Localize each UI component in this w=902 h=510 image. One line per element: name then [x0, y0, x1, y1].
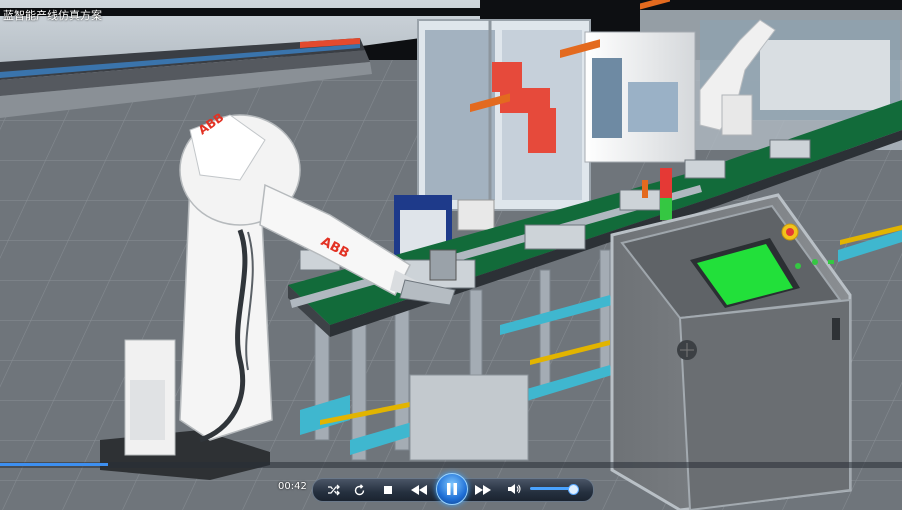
rewind-icon — [411, 485, 427, 495]
stop-button[interactable] — [378, 482, 398, 498]
rewind-button[interactable] — [406, 480, 432, 500]
volume-slider-fill — [530, 487, 573, 490]
fast-forward-icon — [475, 485, 491, 495]
pause-icon — [447, 483, 457, 495]
volume-icon — [508, 484, 521, 494]
shuffle-button[interactable] — [324, 482, 344, 498]
simulation-video-frame: ABB ABB — [0, 0, 902, 510]
repeat-icon — [354, 483, 364, 495]
fast-forward-button[interactable] — [470, 480, 496, 500]
volume-slider[interactable] — [530, 484, 580, 495]
current-time: 00:42 — [278, 481, 307, 492]
playback-controls: 00:42 — [0, 468, 902, 510]
volume-slider-knob[interactable] — [567, 484, 579, 495]
mute-button[interactable] — [504, 481, 524, 497]
video-player-window: ABB ABB 蓝智能产线仿真方案 00:42 — [0, 0, 902, 510]
video-title: 蓝智能产线仿真方案 — [3, 9, 102, 22]
stop-icon — [384, 486, 392, 494]
play-pause-button[interactable] — [436, 473, 468, 505]
shuffle-icon — [328, 484, 340, 496]
repeat-button[interactable] — [349, 482, 369, 498]
seek-bar-played — [0, 463, 109, 466]
